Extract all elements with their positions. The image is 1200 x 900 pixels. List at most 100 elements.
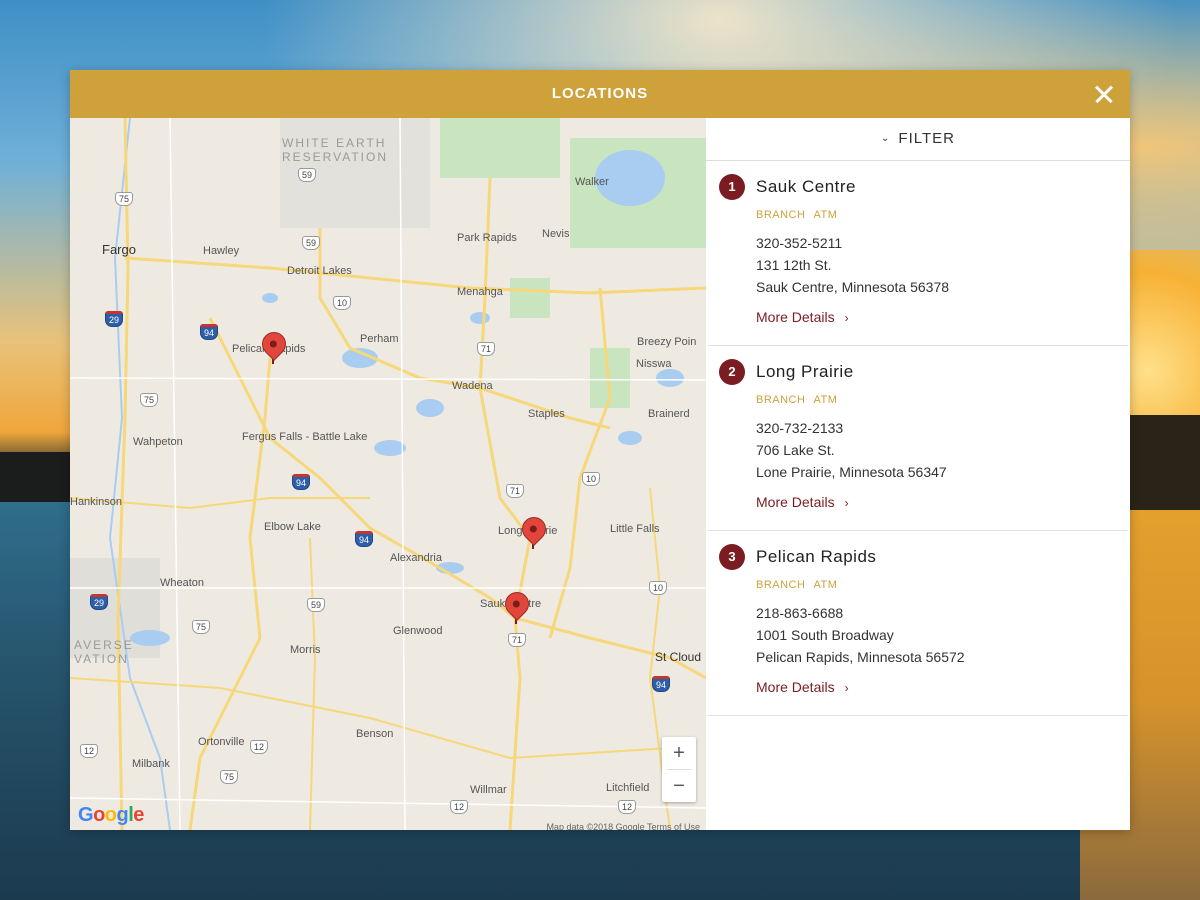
highway-shield: 12	[450, 800, 469, 814]
highway-shield: 59	[302, 236, 321, 250]
highway-shield: 10	[582, 472, 601, 486]
highway-shield: 10	[333, 296, 352, 310]
locations-modal: LOCATIONS WHITE EARTH RESERVATION AVERSE…	[70, 70, 1130, 830]
google-logo: Google	[78, 804, 144, 826]
map-place-brainerd: Brainerd	[648, 408, 690, 420]
map-place-fergus-falls: Fergus Falls - Battle Lake	[242, 431, 368, 443]
highway-shield: 10	[649, 581, 668, 595]
chevron-right-icon: ›	[844, 496, 849, 510]
interstate-shield: 29	[105, 311, 124, 327]
map-roads	[70, 118, 706, 830]
highway-shield: 75	[192, 620, 211, 634]
location-phone[interactable]: 218-863-6688	[756, 605, 843, 621]
map-place-glenwood: Glenwood	[393, 625, 443, 637]
tag-branch: BRANCH	[756, 394, 806, 406]
map-place-ortonville: Ortonville	[198, 736, 245, 748]
interstate-shield: 94	[355, 531, 374, 547]
location-tags: BRANCH ATM	[756, 209, 845, 221]
location-number-badge: 1	[719, 174, 745, 200]
map-place-morris: Morris	[290, 644, 321, 656]
interstate-shield: 94	[200, 324, 219, 340]
map-place-little-falls: Little Falls	[610, 523, 660, 535]
map-label-reservation-south: AVERSE VATION	[74, 638, 134, 666]
interstate-shield: 94	[292, 474, 311, 490]
map-place-elbow-lake: Elbow Lake	[264, 521, 321, 533]
location-name: Pelican Rapids	[756, 547, 877, 566]
highway-shield: 75	[115, 192, 134, 206]
modal-title: LOCATIONS	[551, 85, 649, 102]
highway-shield: 71	[508, 633, 527, 647]
map-place-st-cloud: St Cloud	[655, 650, 702, 664]
more-details-link[interactable]: More Details ›	[756, 309, 849, 325]
highway-shield: 75	[220, 770, 239, 784]
map-place-nevis: Nevis	[542, 228, 570, 240]
location-phone[interactable]: 320-732-2133	[756, 420, 843, 436]
map-place-perham: Perham	[360, 333, 399, 345]
location-address-line1: 1001 South Broadway	[756, 627, 894, 643]
chevron-down-icon: ⌄	[881, 133, 891, 144]
location-address-line2: Pelican Rapids, Minnesota 56572	[756, 649, 965, 665]
chevron-right-icon: ›	[844, 681, 849, 695]
tag-branch: BRANCH	[756, 579, 806, 591]
location-name: Sauk Centre	[756, 177, 856, 196]
highway-shield: 59	[307, 598, 326, 612]
location-tags: BRANCH ATM	[756, 394, 845, 406]
location-address-line1: 706 Lake St.	[756, 442, 835, 458]
map-view[interactable]: WHITE EARTH RESERVATION AVERSE VATION Farg…	[70, 118, 706, 830]
tag-atm: ATM	[813, 209, 838, 221]
highway-shield: 71	[477, 342, 496, 356]
locations-panel: ⌄ FILTER 1 Sauk Centre BRANCH ATM 320-352-…	[706, 118, 1130, 830]
map-place-litchfield: Litchfield	[606, 782, 650, 794]
tag-atm: ATM	[813, 579, 838, 591]
more-details-link[interactable]: More Details ›	[756, 679, 849, 695]
location-tags: BRANCH ATM	[756, 579, 845, 591]
location-item[interactable]: 1 Sauk Centre BRANCH ATM 320-352-5211 131…	[708, 161, 1128, 346]
zoom-in-button[interactable]: +	[662, 737, 696, 769]
map-place-staples: Staples	[528, 408, 565, 420]
location-address-line2: Lone Prairie, Minnesota 56347	[756, 464, 947, 480]
map-place-wadena: Wadena	[452, 380, 493, 392]
interstate-shield: 29	[90, 594, 109, 610]
interstate-shield: 94	[652, 676, 671, 692]
zoom-control: + −	[662, 737, 696, 802]
map-attribution[interactable]: Map data ©2018 Google Terms of Use	[546, 822, 700, 830]
map-place-wheaton: Wheaton	[160, 577, 205, 589]
location-item[interactable]: 3 Pelican Rapids BRANCH ATM 218-863-6688 …	[708, 531, 1128, 716]
zoom-out-button[interactable]: −	[662, 770, 696, 802]
map-place-alexandria: Alexandria	[390, 552, 442, 564]
location-number-badge: 3	[719, 544, 745, 570]
map-label-reservation: WHITE EARTH RESERVATION	[282, 136, 389, 164]
background-shore-right	[1130, 415, 1200, 510]
tag-atm: ATM	[813, 394, 838, 406]
location-address-line1: 131 12th St.	[756, 257, 832, 273]
map-place-nisswa: Nisswa	[636, 358, 672, 370]
modal-header: LOCATIONS	[70, 70, 1130, 118]
location-phone[interactable]: 320-352-5211	[756, 235, 842, 251]
location-name: Long Prairie	[756, 362, 854, 381]
more-details-link[interactable]: More Details ›	[756, 494, 849, 510]
map-place-walker: Walker	[575, 176, 609, 188]
highway-shield: 71	[506, 484, 525, 498]
map-place-detroit-lakes: Detroit Lakes	[287, 265, 352, 277]
map-place-willmar: Willmar	[470, 784, 507, 796]
map-place-park-rapids: Park Rapids	[457, 232, 517, 244]
map-place-wahpeton: Wahpeton	[133, 436, 183, 448]
tag-branch: BRANCH	[756, 209, 806, 221]
highway-shield: 12	[80, 744, 99, 758]
close-icon[interactable]	[1090, 80, 1118, 108]
map-place-milbank: Milbank	[132, 758, 170, 770]
highway-shield: 59	[298, 168, 317, 182]
map-place-breezy-point: Breezy Poin	[637, 336, 697, 348]
location-number-badge: 2	[719, 359, 745, 385]
highway-shield: 75	[140, 393, 159, 407]
map-place-menahga: Menahga	[457, 286, 503, 298]
highway-shield: 12	[618, 800, 637, 814]
filter-toggle[interactable]: ⌄ FILTER	[706, 118, 1130, 161]
location-address-line2: Sauk Centre, Minnesota 56378	[756, 279, 950, 295]
map-place-fargo: Fargo	[102, 242, 136, 257]
highway-shield: 12	[250, 740, 269, 754]
location-item[interactable]: 2 Long Prairie BRANCH ATM 320-732-2133 70…	[708, 346, 1128, 531]
map-place-benson: Benson	[356, 728, 394, 740]
filter-label: FILTER	[898, 130, 955, 147]
chevron-right-icon: ›	[844, 311, 849, 325]
